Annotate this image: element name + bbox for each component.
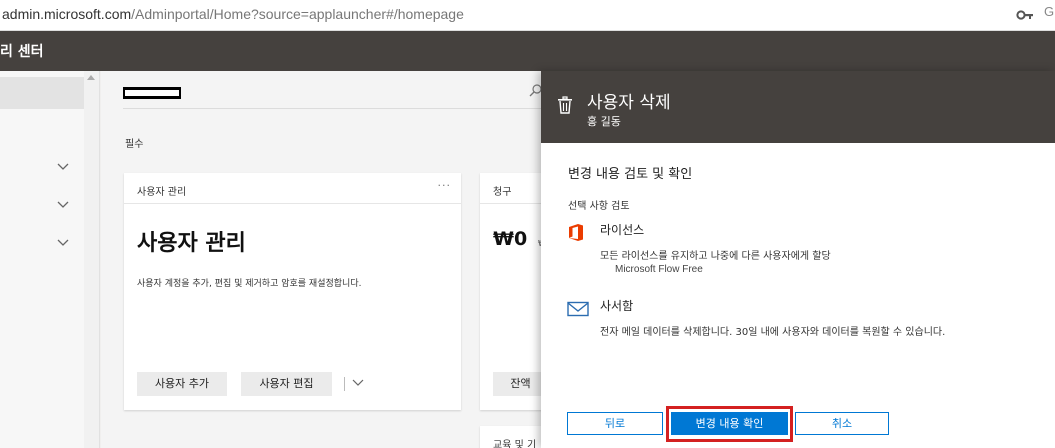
panel-subtitle: 홍 길동 [587,115,621,128]
license-title: 라이선스 [600,223,645,237]
chevron-down-icon[interactable] [56,238,70,248]
section-label: 필수 [125,139,144,150]
panel-title: 사용자 삭제 [587,93,671,113]
trash-icon [558,96,572,114]
card-header-label: 사용자 관리 [137,187,187,198]
card-description: 사용자 계정을 추가, 편집 및 제거하고 암호를 재설정합니다. [137,279,362,289]
confirm-changes-button[interactable]: 변경 내용 확인 [671,412,788,435]
app-title: 리 센터 [0,44,44,60]
admin-header: 리 센터 [0,31,1055,71]
card-header: 사용자 관리 ··· [124,173,461,204]
nav-item-selected[interactable] [0,77,84,109]
cancel-button[interactable]: 취소 [795,412,889,435]
mailbox-title: 사서함 [600,299,634,313]
card-header-label: 청구 [493,187,512,198]
card-header-label: 교육 및 기 [493,440,537,448]
license-item: Microsoft Flow Free [615,264,703,275]
url-path: /Adminportal/Home?source=applauncher#/ho… [131,6,464,22]
chevron-down-icon[interactable] [56,200,70,210]
chevron-down-icon[interactable] [56,162,70,172]
billing-amount: ₩0 [493,228,528,250]
office-icon [569,224,583,241]
review-title: 변경 내용 검토 및 확인 [568,167,693,182]
url-host: admin.microsoft.com [2,6,132,22]
chevron-down-icon[interactable] [352,379,364,387]
extension-icon[interactable]: G [1044,4,1054,19]
mailbox-description: 전자 메일 데이터를 삭제합니다. 30일 내에 사용자와 데이터를 복원할 수… [600,327,946,338]
back-button[interactable]: 뒤로 [567,412,663,435]
left-nav [0,71,84,448]
url-text[interactable]: admin.microsoft.com/Adminportal/Home?sou… [2,6,464,22]
more-options-icon[interactable]: ··· [438,179,452,192]
card-title: 사용자 관리 [137,231,246,256]
add-user-button[interactable]: 사용자 추가 [137,372,227,396]
delete-user-panel: 사용자 삭제 홍 길동 변경 내용 검토 및 확인 선택 사항 검토 라이선스 … [541,71,1055,448]
edit-user-button[interactable]: 사용자 편집 [241,372,332,396]
panel-header: 사용자 삭제 홍 길동 [541,71,1055,143]
divider [344,377,345,391]
license-description: 모든 라이선스를 유지하고 나중에 다른 사용자에게 할당 [600,251,831,262]
browser-url-bar[interactable]: admin.microsoft.com/Adminportal/Home?sou… [0,0,1055,31]
review-subtitle: 선택 사항 검토 [568,201,630,212]
user-management-card: 사용자 관리 ··· 사용자 관리 사용자 계정을 추가, 편집 및 제거하고 … [124,173,461,410]
redacted-org-name [123,87,181,99]
divider [123,108,553,109]
key-icon[interactable] [1016,7,1034,23]
nav-scrollbar[interactable] [84,71,100,448]
balance-button[interactable]: 잔액 [493,372,548,396]
scroll-up-arrow[interactable] [87,75,95,80]
mail-icon [567,301,589,317]
